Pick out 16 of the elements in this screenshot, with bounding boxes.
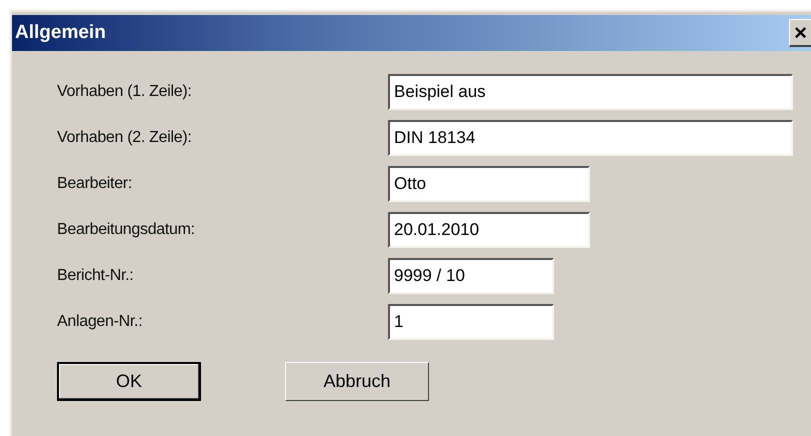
dialog-button[interactable]: OK: [57, 362, 201, 401]
field-label: Anlagen-Nr.:: [57, 312, 144, 332]
text-field[interactable]: 20.01.2010: [388, 212, 590, 248]
text-field[interactable]: DIN 18134: [388, 120, 793, 156]
text-field[interactable]: 1: [388, 304, 554, 340]
field-label: Bearbeiter:: [57, 174, 133, 194]
field-label: Bericht-Nr.:: [57, 266, 134, 286]
field-label: Vorhaben (2. Zeile):: [57, 128, 193, 148]
close-button[interactable]: ×: [789, 19, 811, 47]
text-field[interactable]: Otto: [388, 166, 590, 202]
field-label: Vorhaben (1. Zeile):: [57, 82, 193, 102]
window-title: Allgemein: [15, 20, 106, 45]
dialog-button[interactable]: Abbruch: [285, 362, 429, 401]
text-field[interactable]: 9999 / 10: [388, 258, 554, 294]
field-label: Bearbeitungsdatum:: [57, 220, 196, 240]
text-field[interactable]: Beispiel aus: [388, 74, 793, 110]
